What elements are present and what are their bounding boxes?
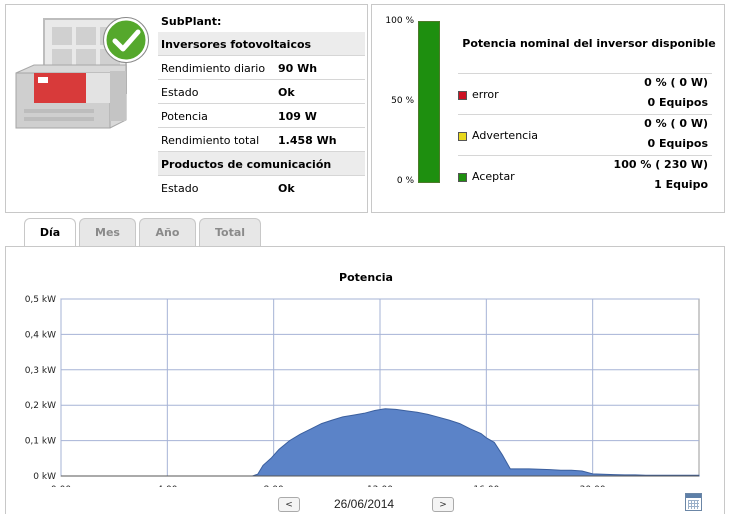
inverter-status-panel: 100 % 50 % 0 % Potencia nominal del inve…	[371, 4, 725, 213]
status-name: error	[472, 88, 499, 101]
x-tick-label: 16:00	[473, 485, 499, 487]
status-title: Potencia nominal del inversor disponible	[462, 37, 716, 50]
x-tick-label: 0:00	[51, 485, 71, 487]
calendar-icon[interactable]	[685, 493, 702, 511]
date-label: 26/06/2014	[334, 497, 395, 511]
tab-month[interactable]: Mes	[79, 218, 136, 246]
x-tick-label: 8:00	[264, 485, 284, 487]
info-row: Estado Ok	[158, 176, 365, 200]
x-tick-label: 20:00	[580, 485, 606, 487]
status-name: Aceptar	[472, 170, 515, 183]
status-name: Advertencia	[472, 129, 539, 142]
gauge-tick-label: 0 %	[396, 176, 414, 186]
gauge-tick-label: 50 %	[391, 96, 414, 106]
plant-title: SubPlant:	[161, 15, 222, 28]
y-tick-label: 0,4 kW	[25, 330, 56, 340]
section-communication: Productos de comunicación	[158, 152, 365, 176]
gauge-tick-label: 100 %	[385, 16, 414, 26]
x-tick-label: 12:00	[367, 485, 393, 487]
prev-date-button[interactable]: <	[278, 497, 300, 512]
status-color-swatch	[458, 91, 467, 100]
info-row: Estado Ok	[158, 80, 365, 104]
info-label: Estado	[161, 86, 199, 99]
tab-year[interactable]: Año	[139, 218, 196, 246]
power-chart: 0 kW 0,1 kW 0,2 kW 0,3 kW 0,4 kW 0,5 kW 0:00 4:…	[25, 295, 700, 487]
info-label: Rendimiento diario	[161, 62, 266, 75]
plant-title-row: SubPlant:	[158, 12, 365, 32]
status-row-warning: Advertencia 0 % ( 0 W) 0 Equipos	[458, 114, 712, 156]
plant-summary-panel: SubPlant: Inversores fotovoltaicos Rendi…	[5, 4, 368, 213]
status-color-swatch	[458, 132, 467, 141]
y-tick-label: 0,3 kW	[25, 366, 56, 376]
info-value: Ok	[278, 182, 295, 195]
availability-gauge	[418, 21, 440, 183]
status-row-error: error 0 % ( 0 W) 0 Equipos	[458, 73, 712, 115]
info-label: Potencia	[161, 110, 208, 123]
status-color-swatch	[458, 173, 467, 182]
y-tick-label: 0,2 kW	[25, 401, 56, 411]
power-chart-panel: Potencia 0 kW 0,1 kW 0,2 kW 0,3 kW 0,4 kW 0,5…	[5, 246, 725, 514]
info-value: 1.458 Wh	[278, 134, 337, 147]
section-communication-label: Productos de comunicación	[161, 158, 332, 171]
status-count: 0 Equipos	[647, 137, 708, 150]
status-percent: 0 % ( 0 W)	[644, 117, 708, 130]
info-value: 90 Wh	[278, 62, 318, 75]
info-label: Rendimiento total	[161, 134, 260, 147]
info-row: Rendimiento total 1.458 Wh	[158, 128, 365, 152]
info-row: Rendimiento diario 90 Wh	[158, 56, 365, 80]
checkmark-icon	[103, 17, 149, 63]
status-percent: 0 % ( 0 W)	[644, 76, 708, 89]
y-tick-label: 0,5 kW	[25, 295, 56, 305]
info-row: Potencia 109 W	[158, 104, 365, 128]
y-tick-label: 0,1 kW	[25, 437, 56, 447]
info-value: 109 W	[278, 110, 317, 123]
section-inverters-label: Inversores fotovoltaicos	[161, 38, 312, 51]
info-value: Ok	[278, 86, 295, 99]
plant-info-table: SubPlant: Inversores fotovoltaicos Rendi…	[158, 12, 365, 200]
status-count: 0 Equipos	[647, 96, 708, 109]
tab-day[interactable]: Día	[24, 218, 76, 247]
status-count: 1 Equipo	[654, 178, 708, 191]
status-percent: 100 % ( 230 W)	[613, 158, 708, 171]
y-tick-label: 0 kW	[33, 472, 56, 482]
x-tick-label: 4:00	[157, 485, 177, 487]
tab-total[interactable]: Total	[199, 218, 261, 246]
section-inverters: Inversores fotovoltaicos	[158, 32, 365, 56]
next-date-button[interactable]: >	[432, 497, 454, 512]
status-row-ok: Aceptar 100 % ( 230 W) 1 Equipo	[458, 155, 712, 197]
info-label: Estado	[161, 182, 199, 195]
